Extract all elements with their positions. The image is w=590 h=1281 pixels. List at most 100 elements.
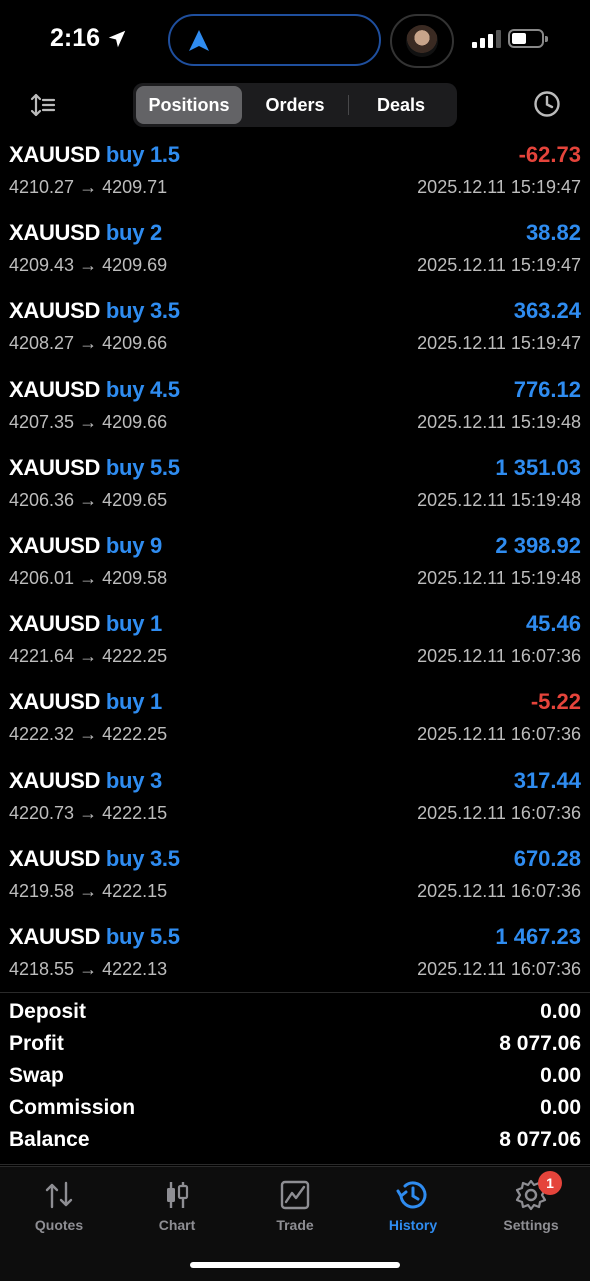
deal-profit: 317.44 (513, 767, 581, 793)
deal-title: XAUUSD buy 1.5 (9, 142, 180, 168)
home-indicator[interactable] (190, 1262, 400, 1268)
tabbar-trade[interactable]: Trade (236, 1177, 354, 1233)
summary-label: Commission (9, 1096, 136, 1119)
deal-symbol: XAUUSD (9, 376, 101, 402)
deal-prices: 4210.27 → 4209.71 (9, 177, 168, 197)
deal-row[interactable]: XAUUSD buy 1.5 -62.73 4210.27 → 4209.71 202… (0, 136, 590, 214)
summary-row-profit: Profit 8 077.06 (0, 1032, 590, 1064)
deal-time: 2025.12.11 15:19:47 (417, 333, 581, 354)
deal-row[interactable]: XAUUSD buy 9 2 398.92 4206.01 → 4209.58 202… (0, 527, 590, 605)
summary-label: Profit (9, 1032, 64, 1055)
deal-prices: 4219.58 → 4222.15 (9, 880, 168, 901)
summary-row-deposit: Deposit 0.00 (0, 1000, 590, 1032)
deal-time: 2025.12.11 16:07:36 (417, 958, 581, 979)
deal-row[interactable]: XAUUSD buy 1 45.46 4221.64 → 4222.25 2025.1… (0, 605, 590, 683)
avatar-pill[interactable] (390, 14, 454, 68)
location-arrow-icon (108, 30, 126, 47)
clock-icon[interactable] (533, 90, 561, 118)
deal-time: 2025.12.11 15:19:48 (417, 411, 581, 432)
history-icon (396, 1181, 427, 1209)
summary-value: 0.00 (540, 1064, 581, 1087)
deal-profit: 38.82 (525, 220, 581, 246)
summary-value: 0.00 (540, 1096, 581, 1119)
deal-profit: 45.46 (525, 611, 581, 637)
dynamic-island[interactable] (168, 14, 381, 66)
status-time-text: 2:16 (50, 24, 101, 52)
deal-title: XAUUSD buy 5.5 (9, 924, 180, 950)
settings-badge: 1 (538, 1171, 562, 1195)
tabbar-chart[interactable]: Chart (118, 1177, 236, 1233)
deal-symbol: XAUUSD (9, 923, 101, 949)
battery-icon (508, 29, 548, 48)
tabbar-history[interactable]: History (354, 1177, 472, 1233)
deal-symbol: XAUUSD (9, 767, 101, 793)
deal-prices: 4206.01 → 4209.58 (9, 567, 168, 588)
deal-side-volume: buy 3 (105, 767, 162, 793)
deal-prices: 4218.55 → 4222.13 (9, 958, 168, 979)
deal-title: XAUUSD buy 9 (9, 533, 162, 559)
deal-time: 2025.12.11 15:19:48 (417, 489, 581, 510)
deal-time: 2025.12.11 16:07:36 (417, 880, 581, 901)
deal-symbol: XAUUSD (9, 220, 101, 246)
deal-title: XAUUSD buy 1 (9, 611, 162, 637)
deal-prices: 4221.64 → 4222.25 (9, 646, 168, 667)
deal-profit: 1 351.03 (495, 454, 581, 480)
deal-title: XAUUSD buy 5.5 (9, 455, 180, 481)
deal-side-volume: buy 3.5 (105, 845, 180, 871)
deals-list: XAUUSD buy 1.5 -62.73 4210.27 → 4209.71 202… (0, 136, 590, 996)
summary-value: 8 077.06 (499, 1032, 581, 1055)
deal-row[interactable]: XAUUSD buy 3.5 363.24 4208.27 → 4209.66 202… (0, 292, 590, 370)
deal-row[interactable]: XAUUSD buy 4.5 776.12 4207.35 → 4209.66 202… (0, 371, 590, 449)
deal-time: 2025.12.11 15:19:48 (417, 567, 581, 588)
tabbar-quotes-label: Quotes (34, 1217, 84, 1233)
deal-time: 2025.12.11 15:19:47 (417, 255, 581, 276)
tabbar-quotes[interactable]: Quotes (0, 1177, 118, 1233)
summary-row-swap: Swap 0.00 (0, 1064, 590, 1096)
deal-title: XAUUSD buy 3.5 (9, 298, 180, 324)
deal-symbol: XAUUSD (9, 454, 101, 480)
deal-profit: 2 398.92 (495, 532, 581, 558)
summary-divider (0, 992, 590, 993)
deal-symbol: XAUUSD (9, 298, 101, 324)
avatar (406, 25, 438, 57)
deal-side-volume: buy 5.5 (105, 454, 180, 480)
deal-side-volume: buy 9 (105, 532, 162, 558)
summary-value: 8 077.06 (499, 1128, 581, 1151)
deal-symbol: XAUUSD (9, 845, 101, 871)
tabbar-divider (0, 1164, 590, 1165)
deal-side-volume: buy 2 (105, 220, 162, 246)
tab-positions[interactable]: Positions (136, 86, 242, 124)
deal-row[interactable]: XAUUSD buy 3.5 670.28 4219.58 → 4222.15 202… (0, 840, 590, 918)
deal-side-volume: buy 3.5 (105, 298, 180, 324)
deal-row[interactable]: XAUUSD buy 5.5 1 351.03 4206.36 → 4209.65 2… (0, 449, 590, 527)
deal-profit: 1 467.23 (495, 923, 581, 949)
deal-row[interactable]: XAUUSD buy 5.5 1 467.23 4218.55 → 4222.13 2… (0, 918, 590, 996)
chart-icon (167, 1182, 189, 1208)
status-time: 2:16 (50, 24, 128, 53)
deal-title: XAUUSD buy 3 (9, 768, 162, 794)
deal-symbol: XAUUSD (9, 611, 101, 637)
tab-orders[interactable]: Orders (242, 86, 348, 124)
deal-time: 2025.12.11 15:19:47 (417, 177, 581, 197)
deal-side-volume: buy 1 (105, 611, 162, 637)
deal-title: XAUUSD buy 4.5 (9, 377, 180, 403)
cellular-signal-icon (472, 30, 501, 48)
deal-profit: 776.12 (513, 376, 581, 402)
deal-profit: 670.28 (513, 845, 581, 871)
deal-title: XAUUSD buy 3.5 (9, 846, 180, 872)
deal-row[interactable]: XAUUSD buy 2 38.82 4209.43 → 4209.69 2025.1… (0, 214, 590, 292)
trade-icon (280, 1180, 310, 1210)
deal-row[interactable]: XAUUSD buy 1 -5.22 4222.32 → 4222.25 2025.1… (0, 683, 590, 761)
deal-time: 2025.12.11 16:07:36 (417, 802, 581, 823)
tabbar-settings[interactable]: 1 Settings (472, 1171, 590, 1233)
deal-symbol: XAUUSD (9, 532, 101, 558)
deal-prices: 4209.43 → 4209.69 (9, 255, 168, 276)
tab-deals[interactable]: Deals (348, 86, 454, 124)
summary-panel: Deposit 0.00 Profit 8 077.06 Swap 0.00 Commiss… (0, 1000, 590, 1160)
summary-label: Balance (9, 1128, 90, 1151)
sort-icon[interactable] (30, 93, 56, 117)
deal-side-volume: buy 1.5 (105, 142, 180, 167)
deal-row[interactable]: XAUUSD buy 3 317.44 4220.73 → 4222.15 2025.… (0, 762, 590, 840)
tabbar-settings-label: Settings (503, 1217, 559, 1233)
deal-side-volume: buy 5.5 (105, 923, 180, 949)
